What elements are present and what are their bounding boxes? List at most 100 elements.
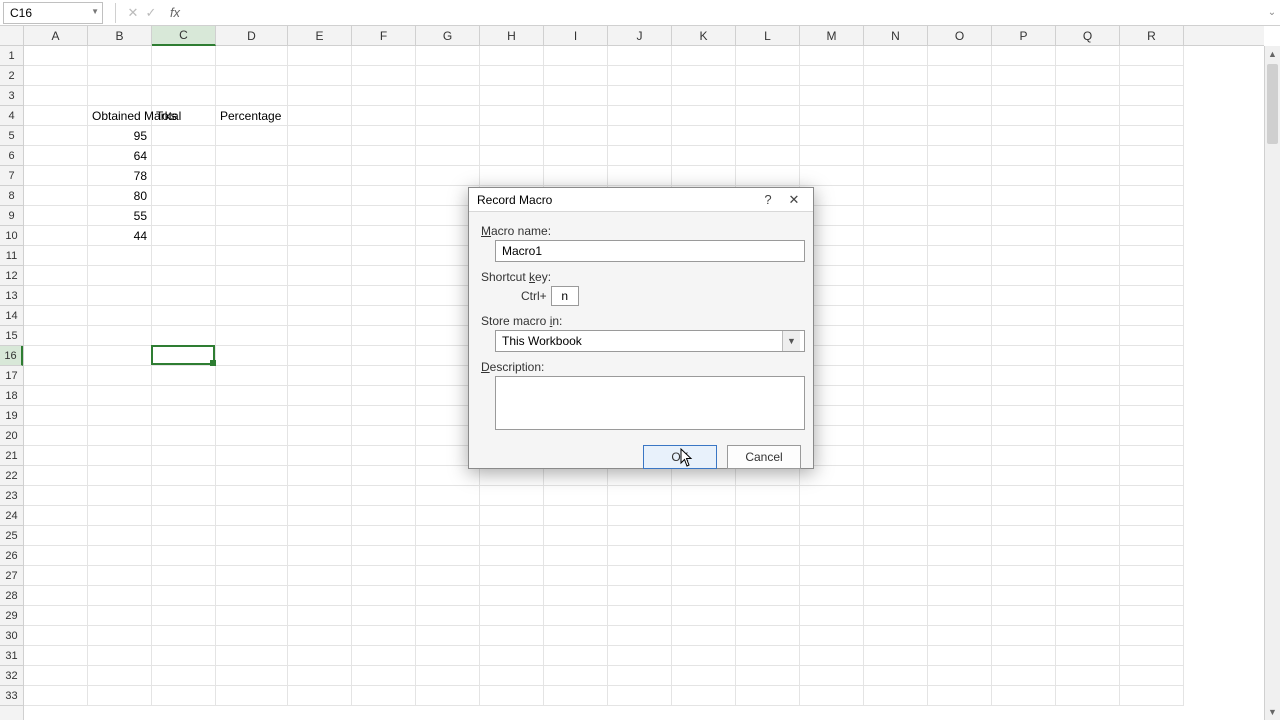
cell-J3[interactable] (608, 86, 672, 106)
cell-L30[interactable] (736, 626, 800, 646)
cell-A11[interactable] (24, 246, 88, 266)
close-icon[interactable]: ✕ (781, 190, 807, 210)
cell-A8[interactable] (24, 186, 88, 206)
cell-H23[interactable] (480, 486, 544, 506)
cell-R30[interactable] (1120, 626, 1184, 646)
cell-O16[interactable] (928, 346, 992, 366)
cell-N18[interactable] (864, 386, 928, 406)
cell-Q26[interactable] (1056, 546, 1120, 566)
cell-L24[interactable] (736, 506, 800, 526)
cell-N29[interactable] (864, 606, 928, 626)
cell-R12[interactable] (1120, 266, 1184, 286)
cell-N7[interactable] (864, 166, 928, 186)
cell-B13[interactable] (88, 286, 152, 306)
cell-N11[interactable] (864, 246, 928, 266)
cell-P26[interactable] (992, 546, 1056, 566)
cell-O3[interactable] (928, 86, 992, 106)
cell-C27[interactable] (152, 566, 216, 586)
row-header-10[interactable]: 10 (0, 226, 23, 246)
cell-D19[interactable] (216, 406, 288, 426)
cell-C11[interactable] (152, 246, 216, 266)
cell-B20[interactable] (88, 426, 152, 446)
cell-R17[interactable] (1120, 366, 1184, 386)
cell-C5[interactable] (152, 126, 216, 146)
cell-H26[interactable] (480, 546, 544, 566)
cell-G25[interactable] (416, 526, 480, 546)
cell-A23[interactable] (24, 486, 88, 506)
cell-M4[interactable] (800, 106, 864, 126)
row-header-17[interactable]: 17 (0, 366, 23, 386)
cell-N25[interactable] (864, 526, 928, 546)
cell-F3[interactable] (352, 86, 416, 106)
cell-C17[interactable] (152, 366, 216, 386)
cell-H29[interactable] (480, 606, 544, 626)
cell-C25[interactable] (152, 526, 216, 546)
row-header-3[interactable]: 3 (0, 86, 23, 106)
row-header-30[interactable]: 30 (0, 626, 23, 646)
cell-K25[interactable] (672, 526, 736, 546)
cell-C1[interactable] (152, 46, 216, 66)
cell-F33[interactable] (352, 686, 416, 706)
cell-L2[interactable] (736, 66, 800, 86)
cell-L27[interactable] (736, 566, 800, 586)
cell-Q23[interactable] (1056, 486, 1120, 506)
cell-K6[interactable] (672, 146, 736, 166)
column-header-N[interactable]: N (864, 26, 928, 46)
cell-N5[interactable] (864, 126, 928, 146)
cell-F4[interactable] (352, 106, 416, 126)
row-header-12[interactable]: 12 (0, 266, 23, 286)
cell-R6[interactable] (1120, 146, 1184, 166)
cell-L31[interactable] (736, 646, 800, 666)
cell-N15[interactable] (864, 326, 928, 346)
cell-Q20[interactable] (1056, 426, 1120, 446)
cell-M31[interactable] (800, 646, 864, 666)
cell-K7[interactable] (672, 166, 736, 186)
cell-J28[interactable] (608, 586, 672, 606)
row-header-15[interactable]: 15 (0, 326, 23, 346)
cell-K28[interactable] (672, 586, 736, 606)
column-header-M[interactable]: M (800, 26, 864, 46)
cell-A25[interactable] (24, 526, 88, 546)
cell-P17[interactable] (992, 366, 1056, 386)
cell-O12[interactable] (928, 266, 992, 286)
cell-C4[interactable]: Total (152, 106, 216, 126)
cell-P7[interactable] (992, 166, 1056, 186)
row-header-26[interactable]: 26 (0, 546, 23, 566)
scroll-up-icon[interactable]: ▲ (1265, 46, 1280, 62)
cell-R14[interactable] (1120, 306, 1184, 326)
store-macro-value[interactable] (495, 330, 805, 352)
insert-function-icon[interactable]: fx (166, 5, 184, 20)
cell-J33[interactable] (608, 686, 672, 706)
cell-B1[interactable] (88, 46, 152, 66)
cell-L33[interactable] (736, 686, 800, 706)
cell-Q8[interactable] (1056, 186, 1120, 206)
cell-E5[interactable] (288, 126, 352, 146)
cell-B5[interactable]: 95 (88, 126, 152, 146)
cell-A33[interactable] (24, 686, 88, 706)
cell-N20[interactable] (864, 426, 928, 446)
cell-L29[interactable] (736, 606, 800, 626)
cell-C16[interactable] (152, 346, 216, 366)
cell-P8[interactable] (992, 186, 1056, 206)
cell-L4[interactable] (736, 106, 800, 126)
cell-O14[interactable] (928, 306, 992, 326)
cell-D10[interactable] (216, 226, 288, 246)
cell-C24[interactable] (152, 506, 216, 526)
cell-J2[interactable] (608, 66, 672, 86)
cell-B8[interactable]: 80 (88, 186, 152, 206)
cell-P33[interactable] (992, 686, 1056, 706)
cell-Q22[interactable] (1056, 466, 1120, 486)
name-box-dropdown-icon[interactable]: ▼ (91, 7, 99, 16)
cell-F23[interactable] (352, 486, 416, 506)
cell-F9[interactable] (352, 206, 416, 226)
cell-C8[interactable] (152, 186, 216, 206)
cell-C29[interactable] (152, 606, 216, 626)
cell-O1[interactable] (928, 46, 992, 66)
row-header-23[interactable]: 23 (0, 486, 23, 506)
row-header-28[interactable]: 28 (0, 586, 23, 606)
cell-A26[interactable] (24, 546, 88, 566)
cell-I28[interactable] (544, 586, 608, 606)
cell-E22[interactable] (288, 466, 352, 486)
cell-A24[interactable] (24, 506, 88, 526)
cell-R25[interactable] (1120, 526, 1184, 546)
